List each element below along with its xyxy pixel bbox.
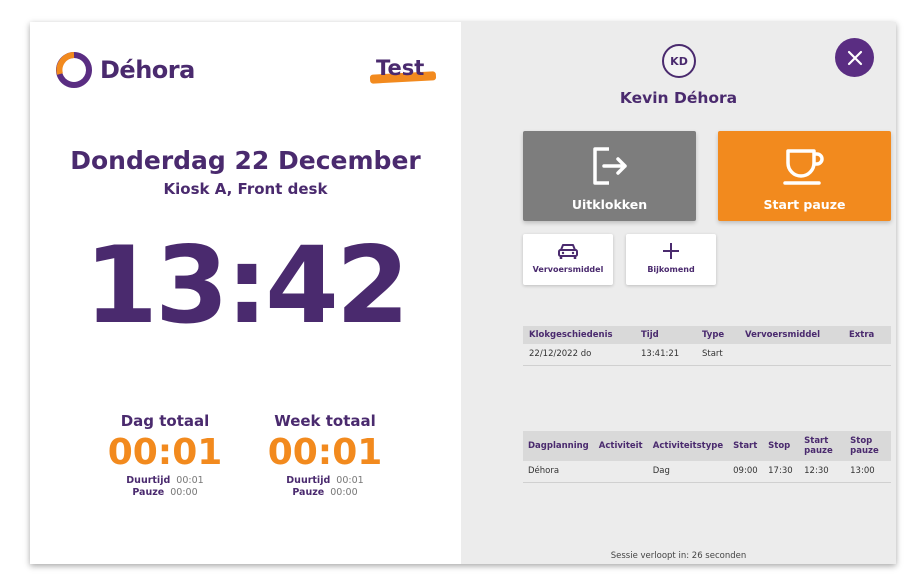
table-cell: Dag [647,461,729,483]
left-panel: Déhora Test Donderdag 22 December Kiosk … [30,22,461,564]
day-duration: Duurtijd 00:01 [80,475,250,486]
brand-logo: Déhora [56,52,195,88]
column-header: Tijd [635,326,696,345]
kiosk-location: Kiosk A, Front desk [163,180,328,198]
week-pause-value: 00:00 [330,487,358,499]
table-cell: 22/12/2022 do [523,344,635,366]
current-time: 13:42 [84,224,409,347]
week-total-title: Week totaal [274,412,376,430]
table-cell: 13:41:21 [635,344,696,366]
week-total-value: 00:01 [267,432,383,473]
extra-label: Bijkomend [647,265,695,274]
week-pause: Pauze 00:00 [240,487,410,498]
table-cell: Start [696,344,739,366]
week-duration: Duurtijd 00:01 [240,475,410,486]
clock-history-table: Klokgeschiedenis Tijd Type Vervoersmidde… [523,326,891,366]
column-header: Vervoersmiddel [739,326,843,345]
day-pause: Pauze 00:00 [80,487,250,498]
close-icon [847,50,862,65]
day-duration-value: 00:01 [176,475,204,487]
column-header: Extra [843,326,891,345]
column-header: Stop pauze [845,431,891,461]
transport-label: Vervoersmiddel [532,265,604,274]
day-pause-label: Pauze [132,487,165,499]
brand-name: Déhora [100,56,195,84]
table-row: 22/12/2022 do 13:41:21 Start [523,344,891,366]
day-total: Dag totaal 00:01 Duurtijd 00:01 Pauze 00… [80,412,250,498]
dehora-logo-icon [56,52,92,88]
column-header: Klokgeschiedenis [523,326,635,345]
column-header: Start pauze [799,431,846,461]
week-duration-label: Duurtijd [286,475,331,487]
right-panel: KD Kevin Déhora Uitklokken Start pauze V… [461,22,896,564]
user-name: Kevin Déhora [619,89,738,107]
logout-icon [592,147,627,185]
current-date: Donderdag 22 December [70,146,421,175]
day-total-title: Dag totaal [120,412,210,430]
table-cell: 13:00 [845,461,891,483]
week-duration-value: 00:01 [336,475,364,487]
start-pause-button[interactable]: Start pauze [718,131,891,221]
avatar: KD [662,44,696,78]
column-header: Dagplanning [523,431,594,461]
column-header: Activiteitstype [647,431,729,461]
table-cell: Déhora [523,461,594,483]
session-timeout-text: Sessie verloopt in: 26 seconden [610,551,747,561]
day-total-value: 00:01 [107,432,223,473]
extra-button[interactable]: Bijkomend [626,234,716,285]
table-cell [843,344,891,366]
clock-out-button[interactable]: Uitklokken [523,131,696,221]
column-header: Stop [763,431,800,461]
plus-icon [663,243,679,259]
day-pause-value: 00:00 [170,487,198,499]
day-duration-label: Duurtijd [126,475,171,487]
table-header-row: Klokgeschiedenis Tijd Type Vervoersmidde… [523,326,891,345]
clock-out-label: Uitklokken [571,197,648,212]
kiosk-window: Déhora Test Donderdag 22 December Kiosk … [30,22,896,564]
environment-badge: Test [369,56,437,84]
transport-button[interactable]: Vervoersmiddel [523,234,613,285]
week-total: Week totaal 00:01 Duurtijd 00:01 Pauze 0… [240,412,410,498]
table-cell [739,344,843,366]
table-cell: 17:30 [763,461,800,483]
environment-label: Test [376,56,425,80]
table-cell [593,461,648,483]
column-header: Type [696,326,739,345]
week-pause-label: Pauze [292,487,325,499]
start-pause-label: Start pauze [763,197,846,212]
car-icon [558,244,578,259]
close-button[interactable] [835,38,874,77]
coffee-cup-icon [782,149,824,185]
table-row: Déhora Dag 09:00 17:30 12:30 13:00 [523,461,891,483]
column-header: Start [728,431,764,461]
table-cell: 09:00 [728,461,764,483]
day-planning-table: Dagplanning Activiteit Activiteitstype S… [523,431,891,483]
table-cell: 12:30 [799,461,846,483]
column-header: Activiteit [593,431,648,461]
table-header-row: Dagplanning Activiteit Activiteitstype S… [523,431,891,461]
